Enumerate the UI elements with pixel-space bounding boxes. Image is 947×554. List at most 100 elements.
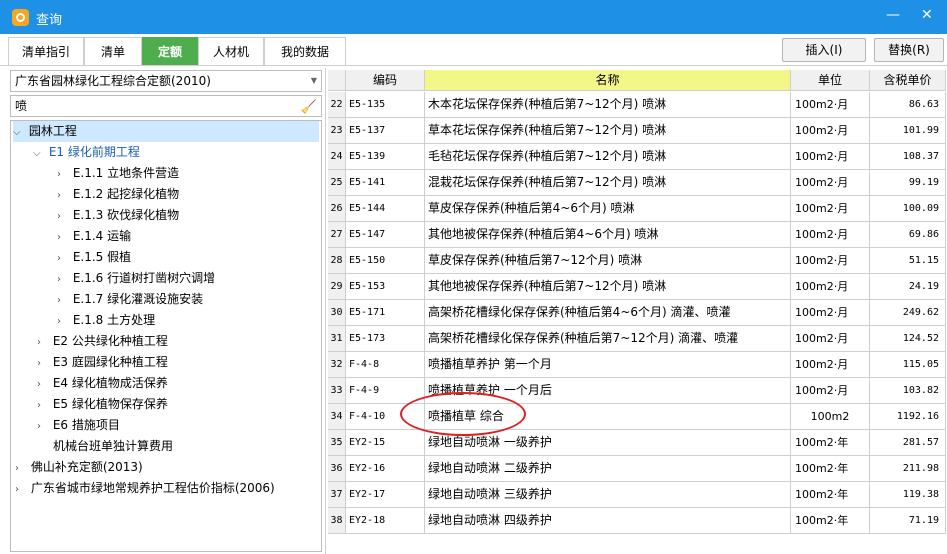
row-name: 草皮保存保养(种植后第7~12个月) 喷淋	[425, 248, 791, 273]
row-price: 108.37	[870, 144, 946, 169]
tree-node[interactable]: › E3 庭园绿化种植工程	[37, 352, 168, 373]
row-price: 86.63	[870, 92, 946, 117]
row-unit: 100m2·年	[791, 508, 870, 533]
expand-icon[interactable]: ›	[57, 311, 69, 332]
table-row[interactable]: 22 E5-135 木本花坛保存保养(种植后第7~12个月) 喷淋 100m2·…	[328, 92, 946, 118]
row-number: 25	[328, 170, 346, 195]
table-row[interactable]: 25 E5-141 混栽花坛保存保养(种植后第7~12个月) 喷淋 100m2·…	[328, 170, 946, 196]
row-price: 103.82	[870, 378, 946, 403]
row-unit: 100m2·月	[791, 378, 870, 403]
row-code: EY2-17	[346, 482, 425, 507]
insert-button[interactable]: 插入(I)	[782, 38, 866, 62]
tree-node[interactable]: › E.1.1 立地条件营造	[57, 163, 179, 184]
app-logo-icon	[12, 9, 29, 26]
tree-node[interactable]: › E2 公共绿化种植工程	[37, 331, 168, 352]
tab-labor-material-machine[interactable]: 人材机	[198, 37, 264, 65]
column-header-price[interactable]: 含税单价	[870, 70, 946, 91]
table-row[interactable]: 27 E5-147 其他地被保存保养(种植后第4~6个月) 喷淋 100m2·月…	[328, 222, 946, 248]
tree-node[interactable]: › E5 绿化植物保存保养	[37, 394, 168, 415]
tree-node[interactable]: 机械台班单独计算费用	[53, 436, 173, 457]
table-row[interactable]: 29 E5-153 其他地被保存保养(种植后第7~12个月) 喷淋 100m2·…	[328, 274, 946, 300]
row-unit: 100m2·月	[791, 170, 870, 195]
row-name: 草本花坛保存保养(种植后第7~12个月) 喷淋	[425, 118, 791, 143]
expand-icon[interactable]: ›	[57, 248, 69, 269]
expand-icon[interactable]: ›	[57, 185, 69, 206]
column-header-unit[interactable]: 单位	[791, 70, 870, 91]
left-panel: 广东省园林绿化工程综合定额(2010) ▼ 喷 🧹 ⌵ 园林工程 ⌵ E1 绿化…	[8, 68, 326, 554]
tree-node[interactable]: › E6 措施项目	[37, 415, 120, 436]
tree-node[interactable]: › E.1.2 起挖绿化植物	[57, 184, 179, 205]
table-row[interactable]: 37 EY2-17 绿地自动喷淋 三级养护 100m2·年 119.38	[328, 482, 946, 508]
collapse-icon[interactable]: ⌵	[13, 122, 25, 143]
expand-icon[interactable]: ›	[57, 227, 69, 248]
row-unit: 100m2·月	[791, 222, 870, 247]
clear-broom-icon[interactable]: 🧹	[301, 98, 317, 118]
tab-bill[interactable]: 清单	[84, 37, 142, 65]
tree-node[interactable]: › 佛山补充定额(2013)	[15, 457, 143, 478]
expand-icon[interactable]: ›	[57, 206, 69, 227]
table-row[interactable]: 36 EY2-16 绿地自动喷淋 二级养护 100m2·年 211.98	[328, 456, 946, 482]
close-button[interactable]: ✕	[921, 7, 933, 23]
row-code: E5-173	[346, 326, 425, 351]
tree-node[interactable]: › E.1.7 绿化灌溉设施安装	[57, 289, 203, 310]
expand-icon[interactable]: ›	[57, 164, 69, 185]
row-unit: 100m2·月	[791, 274, 870, 299]
row-number: 22	[328, 92, 346, 117]
table-row[interactable]: 31 E5-173 高架桥花槽绿化保存保养(种植后第7~12个月) 滴灌、喷灌 …	[328, 326, 946, 352]
tree-node[interactable]: ⌵ E1 绿化前期工程	[33, 142, 140, 163]
row-code: EY2-16	[346, 456, 425, 481]
row-number: 36	[328, 456, 346, 481]
row-price: 211.98	[870, 456, 946, 481]
row-price: 1192.16	[870, 404, 946, 429]
row-name: 混栽花坛保存保养(种植后第7~12个月) 喷淋	[425, 170, 791, 195]
table-row[interactable]: 24 E5-139 毛毡花坛保存保养(种植后第7~12个月) 喷淋 100m2·…	[328, 144, 946, 170]
table-row[interactable]: 26 E5-144 草皮保存保养(种植后第4~6个月) 喷淋 100m2·月 1…	[328, 196, 946, 222]
table-row[interactable]: 28 E5-150 草皮保存保养(种植后第7~12个月) 喷淋 100m2·月 …	[328, 248, 946, 274]
tab-bill-guide[interactable]: 清单指引	[8, 37, 84, 65]
row-number: 24	[328, 144, 346, 169]
expand-icon[interactable]: ›	[15, 458, 27, 479]
table-row[interactable]: 38 EY2-18 绿地自动喷淋 四级养护 100m2·年 71.19	[328, 508, 946, 534]
tree-node[interactable]: › E.1.5 假植	[57, 247, 131, 268]
replace-button[interactable]: 替换(R)	[874, 38, 944, 62]
row-unit: 100m2·年	[791, 482, 870, 507]
tree-node[interactable]: › E.1.6 行道树打凿树穴调增	[57, 268, 215, 289]
row-code: E5-139	[346, 144, 425, 169]
library-select[interactable]: 广东省园林绿化工程综合定额(2010) ▼	[10, 70, 322, 92]
expand-icon[interactable]: ›	[15, 479, 27, 500]
row-name: 绿地自动喷淋 四级养护	[425, 508, 791, 533]
tree-node[interactable]: ⌵ 园林工程	[13, 121, 319, 142]
table-row[interactable]: 32 F-4-8 喷播植草养护 第一个月 100m2·月 115.05	[328, 352, 946, 378]
column-header-name[interactable]: 名称	[425, 70, 791, 91]
expand-icon[interactable]: ›	[37, 395, 49, 416]
tab-quota[interactable]: 定额	[142, 37, 198, 65]
search-input[interactable]: 喷 🧹	[10, 95, 322, 117]
row-unit: 100m2·年	[791, 430, 870, 455]
tree-node[interactable]: › E.1.8 土方处理	[57, 310, 155, 331]
row-name: 高架桥花槽绿化保存保养(种植后第4~6个月) 滴灌、喷灌	[425, 300, 791, 325]
column-header-code[interactable]: 编码	[346, 70, 425, 91]
expand-icon[interactable]: ›	[37, 374, 49, 395]
table-row[interactable]: 30 E5-171 高架桥花槽绿化保存保养(种植后第4~6个月) 滴灌、喷灌 1…	[328, 300, 946, 326]
expand-icon[interactable]: ›	[37, 353, 49, 374]
expand-icon[interactable]: ›	[57, 269, 69, 290]
expand-icon[interactable]: ›	[37, 332, 49, 353]
row-number: 33	[328, 378, 346, 403]
minimize-button[interactable]: —	[886, 7, 900, 23]
expand-icon[interactable]: ›	[57, 290, 69, 311]
row-unit: 100m2·月	[791, 196, 870, 221]
row-name: 毛毡花坛保存保养(种植后第7~12个月) 喷淋	[425, 144, 791, 169]
tree-node[interactable]: › E.1.4 运输	[57, 226, 131, 247]
table-row[interactable]: 35 EY2-15 绿地自动喷淋 一级养护 100m2·年 281.57	[328, 430, 946, 456]
expand-icon[interactable]: ›	[37, 416, 49, 437]
tab-my-data[interactable]: 我的数据	[264, 37, 346, 65]
tree-node[interactable]: › E.1.3 砍伐绿化植物	[57, 205, 179, 226]
collapse-icon[interactable]: ⌵	[33, 143, 45, 164]
row-price: 249.62	[870, 300, 946, 325]
row-number: 35	[328, 430, 346, 455]
tree-node[interactable]: › E4 绿化植物成活保养	[37, 373, 168, 394]
table-row[interactable]: 23 E5-137 草本花坛保存保养(种植后第7~12个月) 喷淋 100m2·…	[328, 118, 946, 144]
row-price: 24.19	[870, 274, 946, 299]
tree-node[interactable]: › 广东省城市绿地常规养护工程估价指标(2006)	[15, 478, 275, 499]
chevron-down-icon[interactable]: ▼	[311, 71, 317, 91]
